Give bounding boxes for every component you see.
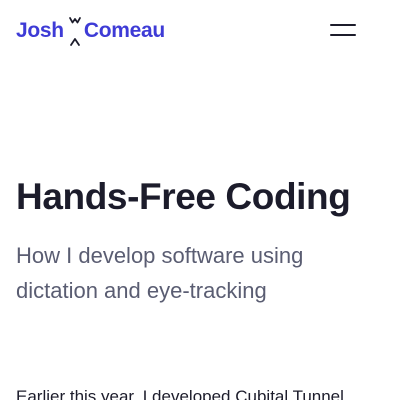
- site-header: Josh Comeau: [16, 12, 384, 50]
- article-subtitle: How I develop software using dictation a…: [16, 243, 304, 303]
- logo-last-name: Comeau: [83, 19, 165, 42]
- article-intro-paragraph: Earlier this year, I developed Cubital T…: [16, 387, 344, 400]
- article-title: Hands-Free Coding: [16, 176, 351, 217]
- hamburger-menu-button[interactable]: [330, 20, 356, 42]
- logo-first-name: Josh: [16, 19, 64, 42]
- site-logo-link[interactable]: Josh Comeau: [16, 12, 165, 50]
- sparkle-mark-icon: [68, 14, 82, 48]
